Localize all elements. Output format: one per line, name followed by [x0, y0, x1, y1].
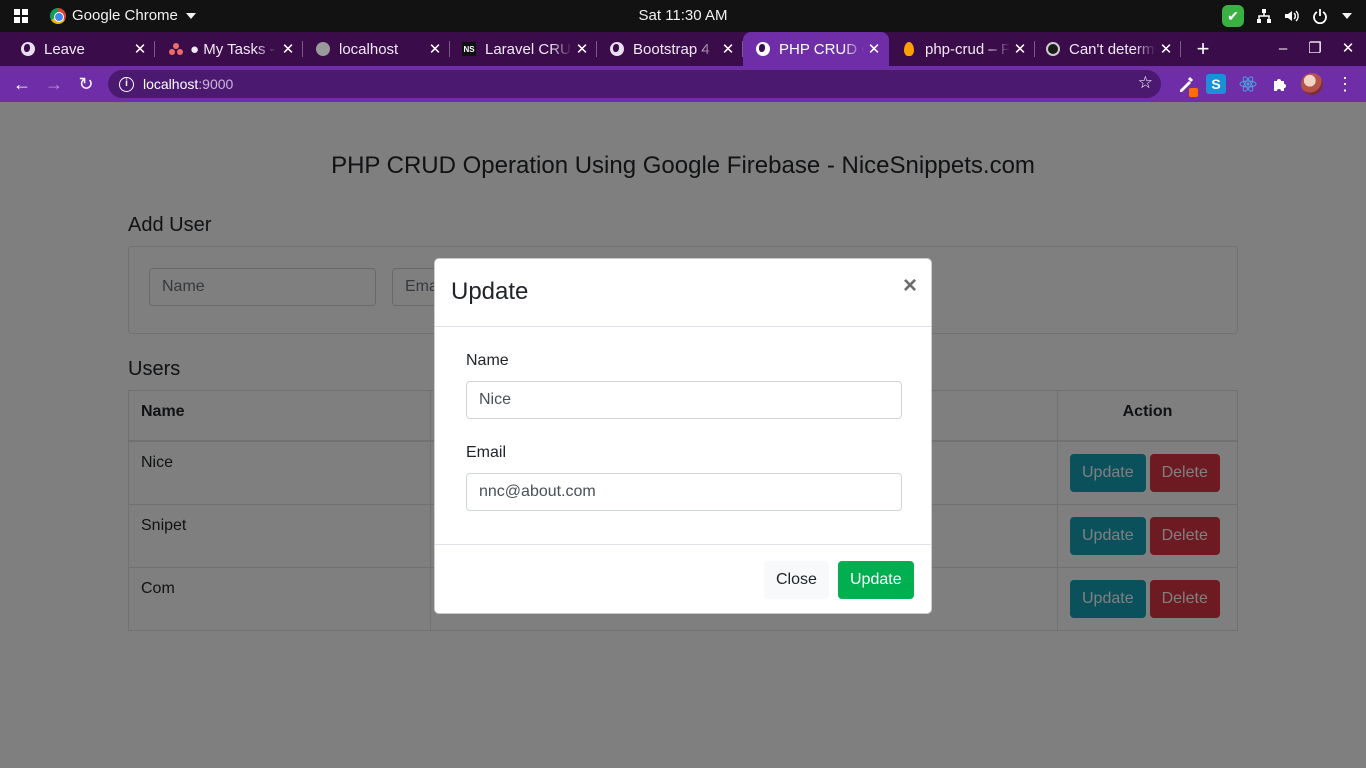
power-icon[interactable]: [1312, 8, 1328, 24]
close-button[interactable]: Close: [764, 561, 829, 599]
globe-icon: [316, 42, 330, 56]
kebab-menu-icon[interactable]: ⋮: [1335, 74, 1355, 94]
profile-avatar[interactable]: [1301, 73, 1323, 95]
tab-php-crud[interactable]: PHP CRUD Operation ✕: [743, 32, 889, 66]
update-submit-button[interactable]: Update: [838, 561, 914, 599]
back-arrow-icon[interactable]: ←: [10, 72, 34, 96]
forward-arrow-icon[interactable]: →: [42, 72, 66, 96]
tab-leave[interactable]: Leave ✕: [0, 32, 155, 66]
tab-laravel-crud[interactable]: NS Laravel CRUD ✕: [450, 32, 597, 66]
tab-php-crud-firebase[interactable]: php-crud – Firebase ✕: [889, 32, 1035, 66]
eyedropper-extension-icon[interactable]: [1176, 74, 1198, 97]
tab-strip: Leave ✕ ● My Tasks - Asana ✕ localhost ✕…: [0, 32, 1366, 66]
chrome-icon: [50, 7, 66, 24]
window-close-icon[interactable]: ✕: [1337, 38, 1359, 60]
shield-check-icon[interactable]: ✔: [1222, 5, 1244, 27]
tab-my-tasks[interactable]: ● My Tasks - Asana ✕: [155, 32, 303, 66]
github-icon: [1046, 42, 1060, 56]
modal-body: Name Nice Email nnc@about.com: [435, 327, 931, 544]
globe-icon: [610, 42, 624, 56]
close-icon[interactable]: ✕: [1156, 40, 1176, 58]
tab-localhost[interactable]: localhost ✕: [303, 32, 450, 66]
network-icon[interactable]: [1256, 8, 1272, 24]
chevron-down-icon: [1342, 13, 1352, 19]
restore-icon[interactable]: ❐: [1304, 38, 1326, 60]
update-modal: Update × Name Nice Email nnc@about.com C…: [434, 258, 932, 614]
tab-title: php-crud – Firebase: [925, 40, 1010, 58]
chevron-down-icon: [185, 12, 196, 19]
modal-title: Update: [451, 278, 529, 305]
close-icon[interactable]: ×: [903, 274, 917, 298]
os-top-bar: Google Chrome Sat 11:30 AM ✔: [0, 0, 1366, 32]
activities-icon[interactable]: [14, 9, 28, 23]
volume-icon[interactable]: [1284, 8, 1300, 24]
globe-icon: [756, 42, 770, 56]
email-label: Email: [466, 444, 507, 461]
react-devtools-icon[interactable]: [1238, 74, 1258, 94]
close-icon[interactable]: ✕: [130, 40, 150, 58]
browser-toolbar: ← → ↻ i localhost:9000 ☆ S ⋮: [0, 66, 1366, 102]
bookmark-star-icon[interactable]: ☆: [1138, 73, 1153, 93]
name-field[interactable]: Nice: [466, 381, 902, 419]
tab-title: ● My Tasks - Asana: [190, 40, 278, 58]
s-extension-icon[interactable]: S: [1206, 74, 1226, 94]
minimize-icon[interactable]: –: [1272, 38, 1294, 60]
extensions-puzzle-icon[interactable]: [1270, 74, 1290, 94]
site-info-icon[interactable]: i: [119, 76, 134, 92]
tab-title: PHP CRUD Operation: [779, 40, 864, 58]
new-tab-plus-icon[interactable]: +: [1190, 38, 1216, 60]
close-icon[interactable]: ✕: [1010, 40, 1030, 58]
url-port: :9000: [198, 76, 234, 92]
tab-title: localhost: [339, 40, 399, 58]
tab-title: Bootstrap 4: [633, 40, 710, 58]
nicesnippets-icon: NS: [462, 42, 476, 56]
app-name: Google Chrome: [72, 7, 178, 24]
reload-icon[interactable]: ↻: [74, 72, 98, 96]
close-icon[interactable]: ✕: [278, 40, 298, 58]
system-tray[interactable]: ✔: [1222, 5, 1352, 27]
app-menu[interactable]: Google Chrome: [50, 7, 196, 24]
modal-header: Update ×: [435, 259, 931, 327]
tab-title: Can't determine: [1069, 40, 1156, 58]
tab-title: Laravel CRUD: [485, 40, 572, 58]
tab-bootstrap[interactable]: Bootstrap 4 ✕: [597, 32, 743, 66]
modal-footer: Close Update: [435, 544, 931, 613]
globe-icon: [21, 42, 35, 56]
tab-title: Leave: [44, 40, 85, 58]
clock[interactable]: Sat 11:30 AM: [639, 7, 728, 24]
name-label: Name: [466, 352, 509, 369]
close-icon[interactable]: ✕: [572, 40, 592, 58]
firebase-icon: [902, 42, 916, 56]
close-icon[interactable]: ✕: [864, 40, 884, 58]
close-icon[interactable]: ✕: [718, 40, 738, 58]
tab-cant-determine[interactable]: Can't determine ✕: [1035, 32, 1181, 66]
close-icon[interactable]: ✕: [425, 40, 445, 58]
email-field[interactable]: nnc@about.com: [466, 473, 902, 511]
address-bar[interactable]: i localhost:9000 ☆: [108, 70, 1161, 98]
url-host: localhost: [143, 76, 199, 92]
asana-icon: [169, 42, 183, 56]
